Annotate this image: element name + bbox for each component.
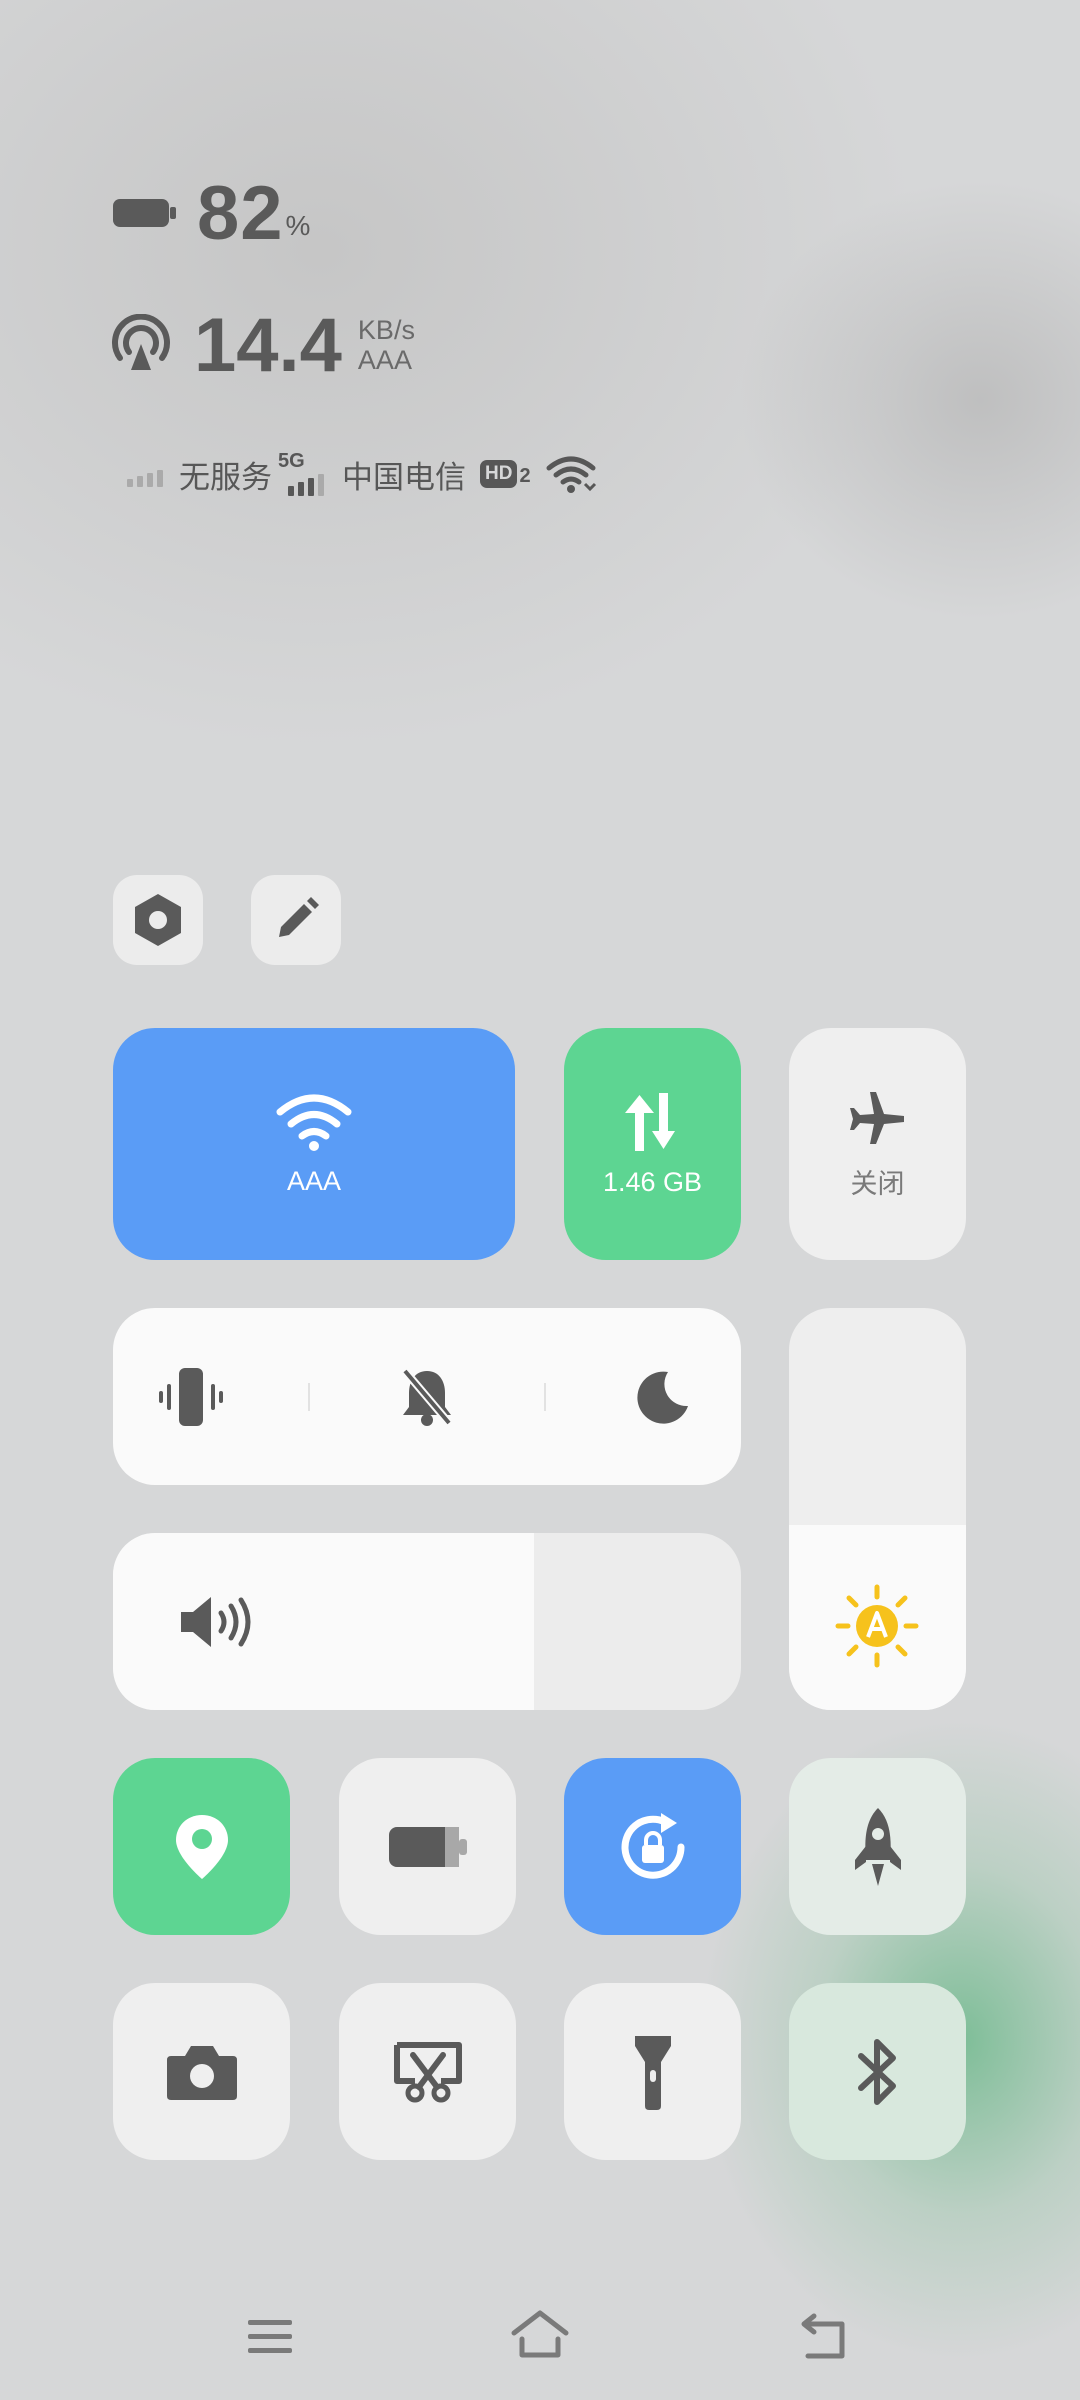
sim2-signal: 5G — [278, 450, 330, 496]
settings-button[interactable] — [113, 875, 203, 965]
wifi-tile[interactable]: AAA — [113, 1028, 515, 1260]
hotspot-icon — [112, 314, 170, 370]
home-icon — [511, 2310, 569, 2358]
rotation-lock-tile[interactable] — [564, 1758, 741, 1935]
divider — [308, 1382, 311, 1411]
flashlight-icon — [634, 2035, 671, 2110]
airplane-tile[interactable]: 关闭 — [789, 1028, 966, 1260]
mobile-data-label: 1.46 GB — [602, 1166, 703, 1197]
back-icon — [801, 2313, 845, 2359]
bluetooth-tile[interactable] — [789, 1983, 966, 2160]
divider — [543, 1382, 546, 1411]
battery-unit: % — [285, 210, 311, 241]
nav-home-button[interactable] — [500, 2294, 580, 2374]
battery-icon — [113, 199, 176, 227]
bluetooth-icon — [857, 2038, 896, 2105]
mute-button[interactable] — [387, 1357, 467, 1437]
airplane-label: 关闭 — [850, 1168, 905, 1199]
wifi-icon — [276, 1094, 352, 1151]
flashlight-tile[interactable] — [564, 1983, 741, 2160]
hd-badge: HD 2 — [480, 460, 531, 488]
hd-badge-label: HD — [480, 460, 518, 488]
signal-empty-icon — [127, 470, 163, 487]
brightness-slider[interactable] — [789, 1308, 966, 1710]
network-speed: 14.4 KB/s AAA — [110, 300, 415, 390]
hd-badge-sub: 2 — [519, 465, 531, 487]
battery-status: 82 % — [113, 168, 310, 258]
vibrate-icon — [159, 1367, 224, 1426]
mobile-data-tile[interactable]: 1.46 GB — [564, 1028, 741, 1260]
screenshot-tile[interactable] — [339, 1983, 516, 2160]
battery-percentage: 82 — [197, 170, 284, 256]
screenshot-scissors-icon — [393, 2041, 462, 2102]
speed-unit: KB/s — [357, 315, 415, 345]
vibrate-button[interactable] — [151, 1357, 231, 1437]
speed-value: 14.4 — [194, 302, 342, 388]
rotation-lock-icon — [621, 1812, 685, 1879]
arrows-up-down-icon — [624, 1092, 675, 1151]
auto-brightness-sun-icon — [835, 1584, 919, 1668]
volume-slider[interactable] — [113, 1533, 741, 1710]
battery-saver-tile[interactable] — [339, 1758, 516, 1935]
sim1-status: 无服务 — [179, 459, 272, 495]
menu-icon — [248, 2320, 292, 2353]
speaker-icon — [181, 1597, 251, 1647]
signal-icon — [288, 474, 324, 496]
volume-level — [113, 1533, 534, 1710]
airplane-icon — [849, 1091, 904, 1144]
nav-menu-button[interactable] — [230, 2296, 310, 2376]
pencil-icon — [279, 897, 319, 937]
rocket-icon — [854, 1807, 901, 1886]
location-pin-icon — [175, 1814, 228, 1879]
location-tile[interactable] — [113, 1758, 290, 1935]
sim2-carrier: 中国电信 — [342, 459, 466, 495]
camera-tile[interactable] — [113, 1983, 290, 2160]
do-not-disturb-button[interactable] — [623, 1357, 703, 1437]
wifi-status-icon — [546, 456, 596, 493]
nav-back-button[interactable] — [785, 2296, 865, 2376]
carrier-row: 无服务 5G 中国电信 HD 2 — [125, 450, 597, 498]
sound-mode-bar — [113, 1308, 741, 1485]
speed-network-name: AAA — [357, 345, 412, 375]
edit-button[interactable] — [251, 875, 341, 965]
wifi-tile-label: AAA — [286, 1165, 342, 1196]
settings-hexagon-icon — [135, 894, 181, 946]
camera-icon — [166, 2045, 237, 2100]
bell-off-icon — [401, 1367, 453, 1426]
moon-icon — [636, 1371, 688, 1424]
game-mode-tile[interactable] — [789, 1758, 966, 1935]
battery-icon — [388, 1826, 467, 1867]
